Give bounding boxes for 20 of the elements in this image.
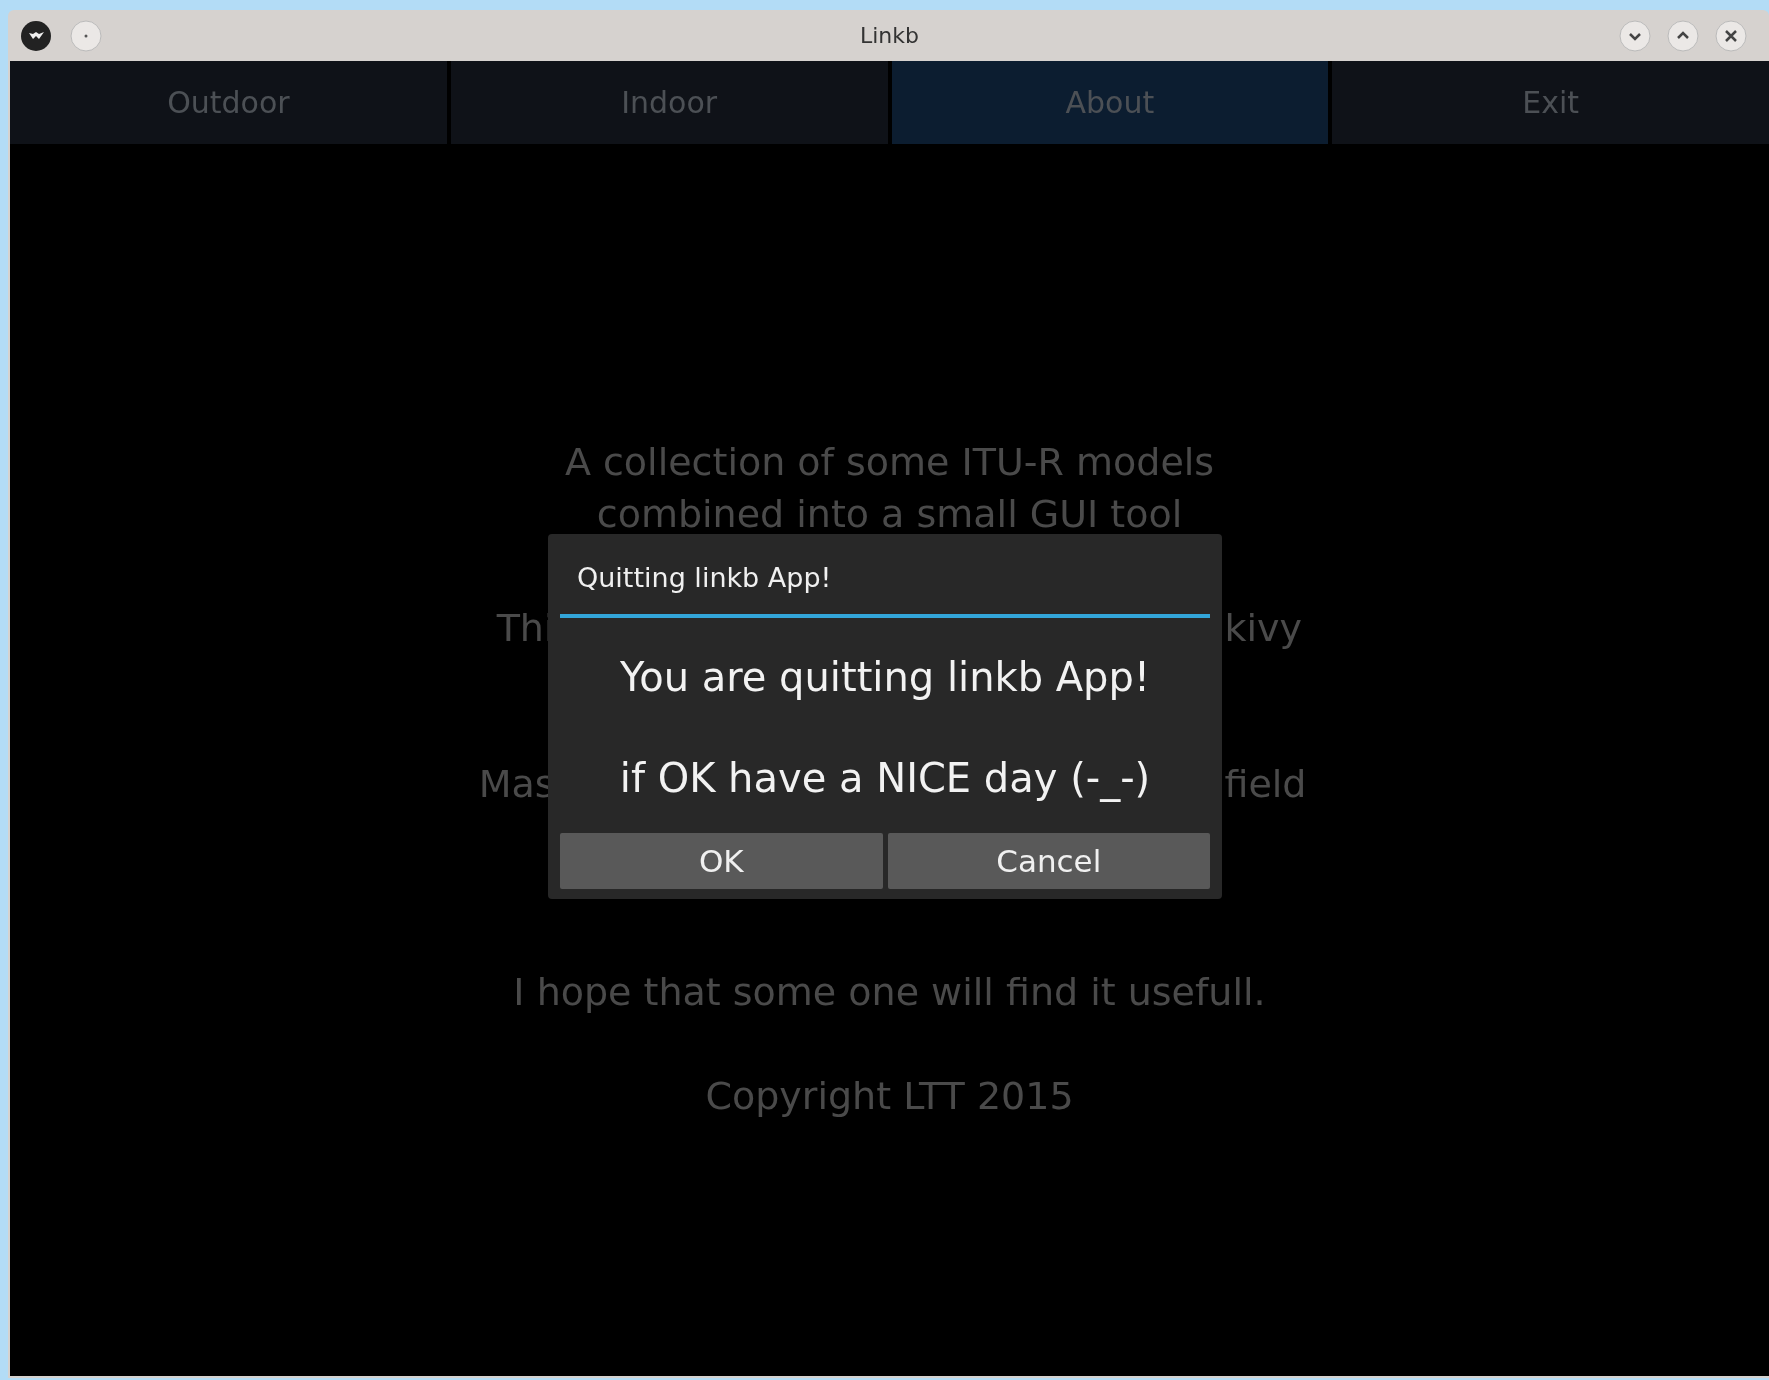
window-title: Linkb bbox=[860, 23, 919, 48]
about-text: A collection of some ITU-R models bbox=[564, 439, 1215, 486]
tab[interactable]: Exit bbox=[1332, 61, 1769, 144]
tab[interactable]: Outdoor bbox=[10, 61, 447, 144]
tab[interactable]: Indoor bbox=[450, 61, 888, 144]
dialog-title: Quitting linkb App! bbox=[577, 562, 832, 593]
dialog-message: You are quitting linkb App! bbox=[620, 653, 1150, 700]
dialog-button[interactable]: OK bbox=[560, 833, 883, 889]
about-text: field bbox=[1224, 761, 1307, 808]
tab[interactable]: About bbox=[891, 61, 1329, 144]
close-button[interactable] bbox=[1715, 19, 1747, 52]
about-text: Copyright LTT 2015 bbox=[705, 1073, 1074, 1120]
dialog-message: if OK have a NICE day (-_-) bbox=[619, 755, 1151, 802]
about-text: I hope that some one will find it usefull. bbox=[513, 969, 1266, 1016]
about-text: kivy bbox=[1224, 605, 1303, 652]
minimize-button[interactable] bbox=[1619, 19, 1651, 52]
maximize-button[interactable] bbox=[1667, 19, 1699, 52]
dialog-button[interactable]: Cancel bbox=[887, 833, 1210, 889]
app-icon[interactable] bbox=[20, 19, 52, 52]
about-text: combined into a small GUI tool bbox=[596, 491, 1183, 538]
